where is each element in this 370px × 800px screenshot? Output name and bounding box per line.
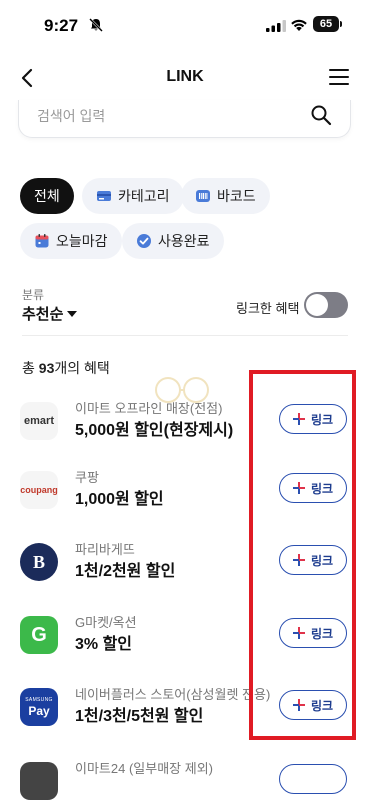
card-icon [97,191,111,201]
logo-text: Pay [28,703,50,718]
item-brand: G마켓/옥션 [75,615,137,630]
filter-chip-barcode[interactable]: 바코드 [181,178,270,214]
bell-off-icon [89,18,103,32]
item-benefit: 5,000원 할인(현장제시) [75,422,234,439]
menu-icon[interactable] [328,66,350,88]
filter-chip-label: 바코드 [217,188,256,204]
linked-toggle-label: 링크한 혜택 [236,301,300,316]
benefit-count-number: 93 [38,360,55,376]
barcode-icon [196,190,210,202]
item-brand: 이마트 오프라인 매장(전점) [75,401,223,416]
logo-text: emart [24,415,54,427]
signal-icon [266,20,286,32]
coupang-logo: coupang [20,471,58,509]
paris-baguette-logo: B [20,543,58,581]
item-brand: 네이버플러스 스토어(삼성월렛 전용) [75,687,271,702]
item-benefit: 1천/2천원 할인 [75,563,176,580]
filter-chip-label: 오늘마감 [56,233,108,249]
item-brand: 쿠팡 [75,470,99,485]
battery-indicator: 65 [313,16,339,32]
status-bar: 9:27 65 [0,0,370,48]
sort-caption: 분류 [22,288,45,302]
status-time: 9:27 [44,16,79,35]
samsung-pay-logo: SAMSUNG Pay [20,688,58,726]
item-benefit: 1천/3천/5천원 할인 [75,708,204,725]
gmarket-logo: G [20,616,58,654]
filter-chip-today-deadline[interactable]: 오늘마감 [20,223,122,259]
search-input[interactable] [37,104,297,128]
logo-subtext: SAMSUNG [25,696,53,703]
toggle-knob [306,294,328,316]
filter-chip-category[interactable]: 카테고리 [82,178,184,214]
highlight-annotation-box [249,370,356,740]
divider [22,335,348,336]
benefit-count-prefix: 총 [22,360,39,376]
filter-chip-all[interactable]: 전체 [20,178,74,214]
app-header: LINK [0,58,370,98]
page-title: LINK [166,68,204,85]
filter-chip-label: 카테고리 [118,188,170,204]
check-circle-icon [137,234,151,248]
emart-logo: emart [20,402,58,440]
battery-tip [340,21,342,27]
item-brand: 이마트24 (일부매장 제외) [75,761,213,776]
filter-chip-label: 전체 [34,188,60,204]
wifi-icon [291,19,307,31]
logo-text: B [32,551,45,572]
item-benefit: 3% 할인 [75,636,133,653]
sort-dropdown[interactable]: 추천순 [22,303,78,324]
logo-text: G [31,623,47,646]
search-icon[interactable] [310,104,332,126]
linked-toggle[interactable] [304,292,348,318]
search-bar [18,100,351,138]
logo-text: coupang [20,485,58,495]
benefit-count: 총 93개의 혜택 [22,358,110,378]
link-button[interactable] [279,764,347,794]
caret-down-icon [67,310,78,317]
emart24-logo [20,762,58,800]
list-item-emart24[interactable]: 이마트24 (일부매장 제외) [0,761,370,800]
sort-value-label: 추천순 [22,306,64,323]
item-benefit: 1,000원 할인 [75,491,164,508]
benefit-count-suffix: 개의 혜택 [54,360,110,376]
item-brand: 파리바게뜨 [75,542,135,557]
filter-chip-used[interactable]: 사용완료 [122,223,224,259]
filter-chip-label: 사용완료 [158,233,210,249]
calendar-icon [35,234,49,248]
